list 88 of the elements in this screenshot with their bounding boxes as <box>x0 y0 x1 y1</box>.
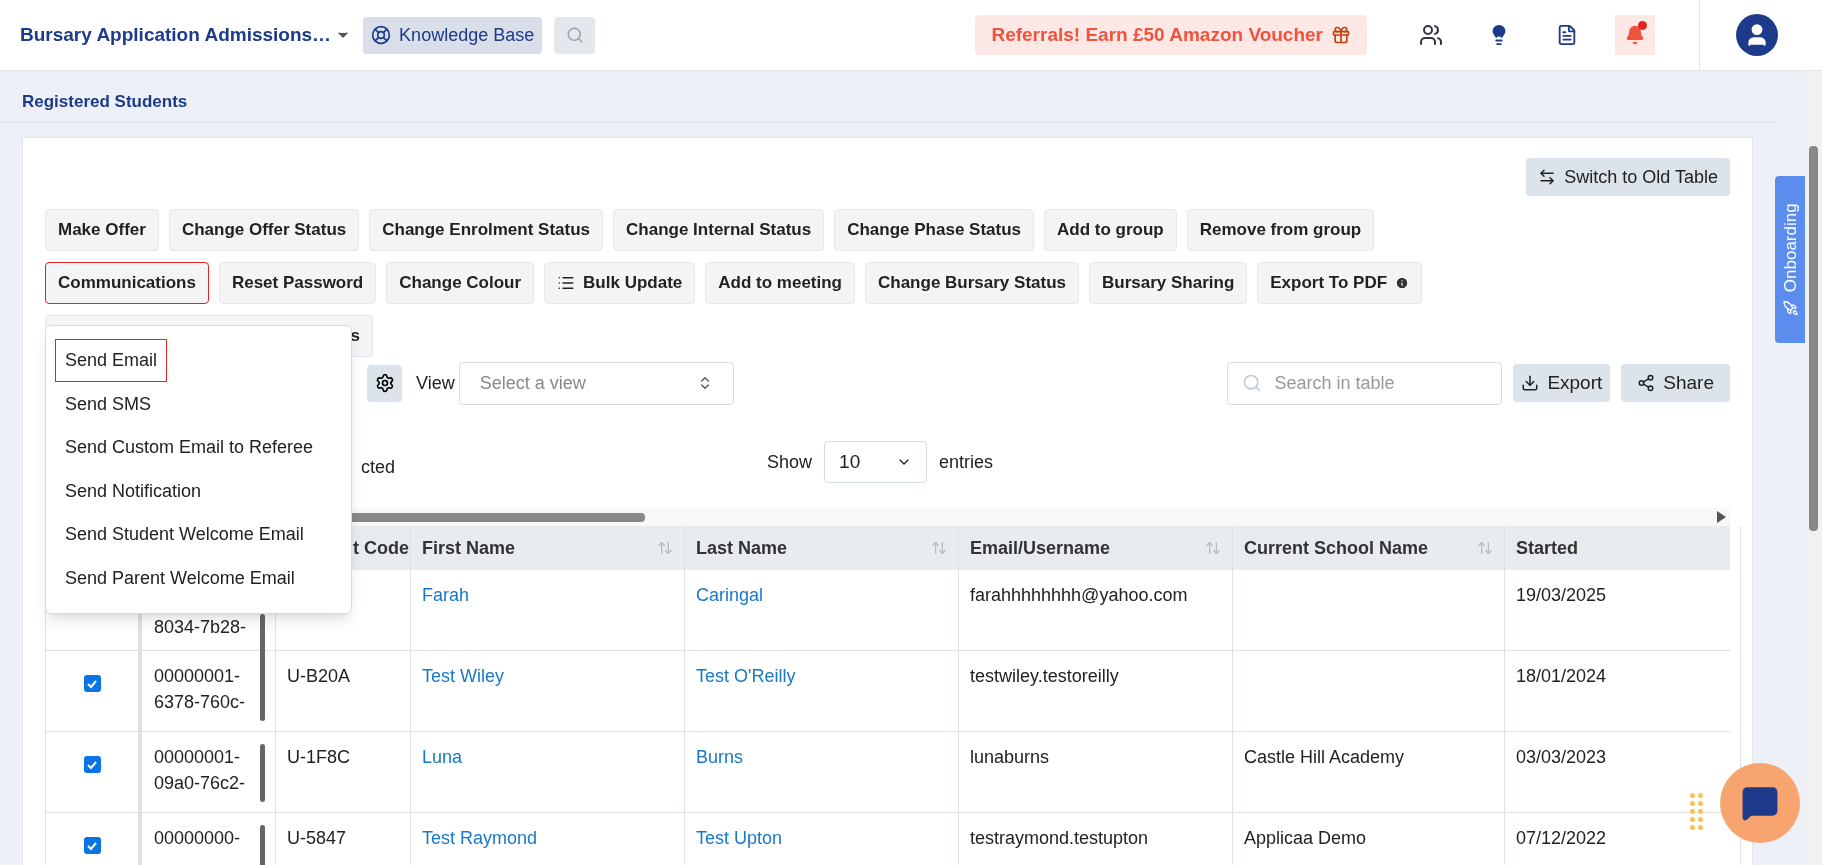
table-cell-text: 8034-7b28- <box>154 616 247 639</box>
drag-handle-icon[interactable] <box>1690 793 1703 830</box>
menu-item[interactable]: Send SMS <box>55 382 162 426</box>
page-scrollbar[interactable] <box>1805 71 1822 865</box>
action-button[interactable]: Bulk Update <box>544 262 696 304</box>
menu-item[interactable]: Send Parent Welcome Email <box>55 556 305 600</box>
list-icon <box>557 274 576 292</box>
table-cell: Castle Hill Academy <box>1244 747 1405 767</box>
export-button[interactable]: Export <box>1513 364 1611 402</box>
sort-icon <box>1205 540 1221 556</box>
name-link[interactable]: Luna <box>422 747 463 767</box>
action-button[interactable]: Add to meeting <box>705 262 855 304</box>
table-cell-text: 00000001- 09a0-76c2- <box>154 746 246 795</box>
action-button[interactable]: Communications <box>45 262 209 304</box>
action-button[interactable]: Add to group <box>1044 209 1177 251</box>
action-button[interactable]: Export To PDF <box>1257 262 1423 304</box>
download-icon <box>1521 374 1540 392</box>
column-header[interactable]: Current School Name <box>1233 526 1505 570</box>
name-link[interactable]: Caringal <box>696 585 764 605</box>
action-button[interactable]: Change Enrolment Status <box>369 209 604 251</box>
switch-table-button[interactable]: Switch to Old Table <box>1526 158 1730 196</box>
knowledge-base-button[interactable]: Knowledge Base <box>363 16 543 54</box>
menu-item[interactable]: Send Notification <box>55 469 212 513</box>
table-cell: 18/01/2024 <box>1516 666 1607 686</box>
table-cell: 07/12/2022 <box>1516 828 1607 848</box>
avatar-icon[interactable] <box>1736 14 1778 56</box>
menu-item[interactable]: Send Email <box>55 339 168 383</box>
sort-icon <box>1477 540 1493 556</box>
menu-item[interactable]: Send Custom Email to Referee <box>55 426 324 470</box>
row-checkbox[interactable] <box>83 756 101 773</box>
action-button[interactable]: Change Offer Status <box>168 209 360 251</box>
action-button[interactable]: Make Offer <box>45 209 159 251</box>
action-button[interactable]: Change Colour <box>386 262 535 304</box>
table-cell: testraymond.testupton <box>970 828 1149 848</box>
share-icon <box>1637 374 1656 392</box>
name-link[interactable]: Test Raymond <box>422 828 538 848</box>
action-button[interactable]: Bursary Sharing <box>1089 262 1248 304</box>
name-link[interactable]: Burns <box>696 747 744 767</box>
table-cell: testwiley.testoreilly <box>970 666 1119 686</box>
row-checkbox[interactable] <box>83 675 101 692</box>
show-label: Show <box>767 450 813 474</box>
action-button[interactable]: Change Internal Status <box>613 209 825 251</box>
table-cell: Applicaa Demo <box>1244 828 1367 848</box>
column-header[interactable]: Started <box>1505 526 1741 570</box>
rocket-icon <box>1782 299 1798 316</box>
menu-item[interactable]: Send Student Welcome Email <box>55 513 314 557</box>
table-cell-text: 00000000- <box>154 827 241 850</box>
settings-button[interactable] <box>367 364 402 402</box>
swap-icon <box>1538 168 1557 186</box>
column-header[interactable]: Email/Username <box>959 526 1233 570</box>
table-cell: U-5847 <box>287 828 347 848</box>
action-button[interactable]: Remove from group <box>1186 209 1375 251</box>
table-cell: 03/03/2023 <box>1516 747 1607 767</box>
action-button[interactable]: Reset Password <box>218 262 377 304</box>
column-header[interactable]: First Name <box>411 526 685 570</box>
table-cell: U-B20A <box>287 666 351 686</box>
share-button[interactable]: Share <box>1621 364 1730 402</box>
chat-icon <box>1741 784 1779 822</box>
column-header[interactable]: Last Name <box>685 526 959 570</box>
info-icon <box>1395 276 1410 290</box>
row-checkbox[interactable] <box>83 837 101 854</box>
entries-label: entries <box>939 450 994 474</box>
sort-icon <box>931 540 947 556</box>
entries-select[interactable]: 10 <box>824 441 928 483</box>
lifebuoy-icon <box>371 25 392 45</box>
selected-count-text: cted <box>361 455 396 479</box>
name-link[interactable]: Test Wiley <box>422 666 504 686</box>
cell-scrollbar <box>260 744 265 802</box>
notification-bell-icon[interactable] <box>1615 15 1655 55</box>
table-cell: 19/03/2025 <box>1516 585 1607 605</box>
view-label: View <box>416 371 455 395</box>
settings-icon <box>374 373 395 393</box>
gift-icon <box>1331 25 1351 45</box>
table-cell: farahhhhhhhh@yahoo.com <box>970 585 1188 605</box>
name-link[interactable]: Test O'Reilly <box>696 666 796 686</box>
name-link[interactable]: Test Upton <box>696 828 783 848</box>
workspace-title[interactable]: Bursary Application Admissions… <box>20 20 352 50</box>
search-icon <box>1242 373 1263 393</box>
page-title: Registered Students <box>22 90 188 113</box>
view-select[interactable]: Select a view <box>458 361 734 405</box>
table-cell: lunaburns <box>970 747 1050 767</box>
sort-icon <box>657 540 673 556</box>
name-link[interactable]: Farah <box>422 585 470 605</box>
table-cell: U-1F8C <box>287 747 350 767</box>
action-button[interactable]: Change Bursary Status <box>865 262 1079 304</box>
action-button[interactable]: Change Phase Status <box>834 209 1034 251</box>
search-icon <box>565 26 584 44</box>
table-cell-text: 00000001- 6378-760c- <box>154 665 246 714</box>
